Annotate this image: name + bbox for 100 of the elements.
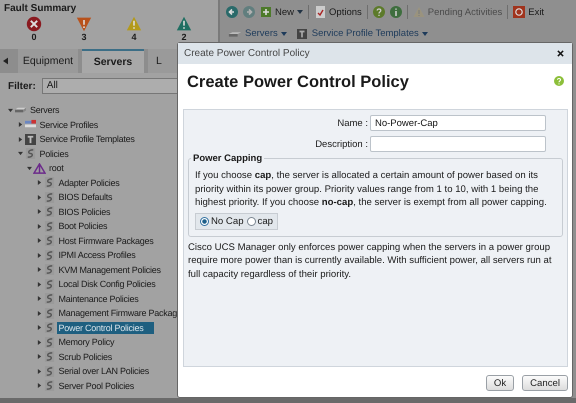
policy-icon (42, 322, 56, 334)
power-icon (513, 6, 526, 18)
policy-icon (42, 192, 56, 203)
tree-item[interactable]: root (47, 162, 66, 174)
expand-arrow-icon[interactable] (18, 151, 22, 156)
policy-icon (42, 293, 56, 304)
major-fault-icon (76, 16, 92, 32)
expand-arrow-icon[interactable] (36, 209, 42, 214)
policy-icon (42, 250, 56, 261)
tree-item[interactable]: KVM Management Policies (56, 264, 163, 276)
policy-icon (42, 380, 56, 392)
expand-arrow-icon[interactable] (36, 383, 42, 388)
template-icon (24, 134, 36, 145)
warning-fault-icon (176, 16, 192, 32)
new-button[interactable]: New (260, 6, 304, 18)
note-text: Cisco UCS Manager only enforces power capping when the servers in a power group require more power than is currently available. With sufficient power, all servers run at full capacity regardless of their priority. (188, 240, 552, 281)
filter-label: Filter: (8, 80, 36, 92)
cancel-button[interactable]: Cancel (522, 375, 568, 391)
fault-count: 2 (181, 32, 186, 42)
help-icon (372, 6, 385, 18)
power-capping-description: If you choose cap, the server is allocated a certain amount of power based on its priority within its power group. Priority values range from 1 to 10, with 1 being the highest priority. If you choose no-cap, the server is exempt from all power capping. (195, 169, 548, 210)
tree-item[interactable]: Policies (38, 148, 71, 160)
policy-icon (42, 351, 56, 362)
expand-arrow-icon[interactable] (36, 368, 42, 374)
input-field[interactable]: No-Power-Cap (370, 115, 546, 131)
critical-fault-icon (26, 16, 42, 32)
exit-button[interactable]: Exit (513, 6, 544, 18)
info-button[interactable] (390, 6, 402, 18)
ok-button[interactable]: Ok (486, 375, 514, 391)
window-title: Create Power Control Policy (184, 48, 310, 59)
fault-count: 0 (31, 32, 36, 42)
expand-arrow-icon[interactable] (8, 108, 13, 113)
tree-item[interactable]: BIOS Policies (56, 206, 112, 218)
expand-arrow-icon[interactable] (36, 252, 42, 258)
expand-arrow-icon[interactable] (18, 136, 22, 142)
field-label: Description : (315, 138, 368, 150)
expand-arrow-icon[interactable] (36, 238, 42, 244)
tree-item[interactable]: Servers (28, 104, 62, 116)
tree-item[interactable]: Memory Policy (56, 336, 116, 348)
expand-arrow-icon[interactable] (36, 180, 42, 186)
expand-arrow-icon[interactable] (36, 325, 42, 330)
caret-icon (297, 10, 304, 14)
fault-summary-title: Fault Summary (4, 3, 78, 14)
caret-icon (422, 32, 428, 36)
policy-icon (42, 336, 56, 348)
fault-count: 4 (131, 32, 136, 42)
close-icon[interactable] (557, 50, 564, 57)
back-button[interactable] (226, 6, 238, 18)
policy-icon (42, 308, 56, 319)
expand-arrow-icon[interactable] (36, 296, 42, 302)
input-field[interactable] (370, 136, 546, 152)
options-button[interactable]: Options (314, 6, 362, 18)
checklist-icon (314, 6, 326, 18)
tree-item[interactable]: IPMI Access Profiles (56, 249, 138, 262)
radio-option[interactable]: No Cap (200, 216, 244, 226)
tree-item[interactable]: Server Pool Policies (56, 380, 136, 392)
org-tree-icon (33, 162, 46, 174)
expand-arrow-icon[interactable] (27, 166, 32, 171)
forward-arrow-icon (243, 6, 255, 18)
scroll-left-icon[interactable] (3, 57, 8, 65)
nav-tab[interactable]: Servers (82, 49, 144, 73)
expand-arrow-icon[interactable] (36, 267, 42, 272)
radio-option[interactable]: cap (246, 216, 273, 226)
group-legend: Power Capping (191, 153, 264, 164)
expand-arrow-icon[interactable] (18, 122, 22, 128)
templates-menu[interactable]: Service Profile Templates (294, 28, 428, 39)
caret-icon (280, 32, 287, 36)
back-arrow-icon (226, 6, 238, 18)
expand-arrow-icon[interactable] (36, 340, 42, 345)
field-label: Name : (337, 118, 368, 128)
info-icon (390, 6, 402, 18)
server-profile-icon (24, 119, 36, 130)
policy-icon (42, 264, 56, 276)
tree-item[interactable]: Scrub Policies (56, 350, 114, 363)
expand-arrow-icon[interactable] (36, 310, 42, 316)
tree-item[interactable]: Host Firmware Packages (56, 234, 156, 247)
tree-item[interactable]: Adapter Policies (56, 176, 122, 189)
expand-arrow-icon[interactable] (36, 282, 42, 287)
help-button[interactable] (372, 6, 385, 18)
expand-arrow-icon[interactable] (36, 224, 42, 229)
tree-item[interactable]: Maintenance Policies (56, 292, 141, 305)
tree-item[interactable]: Serial over LAN Policies (56, 365, 152, 378)
tree-item[interactable]: Service Profiles (38, 118, 100, 131)
policy-icon (24, 148, 36, 160)
tree-item[interactable]: Management Firmware Packag (56, 307, 180, 320)
fault-count: 3 (81, 32, 86, 42)
tree-item[interactable]: BIOS Defaults (56, 191, 114, 204)
tree-item[interactable]: Local Disk Config Policies (56, 278, 158, 290)
expand-arrow-icon[interactable] (36, 354, 42, 360)
template-icon (294, 28, 309, 38)
expand-arrow-icon[interactable] (36, 194, 42, 200)
tree-item[interactable]: Power Control Policies (56, 322, 154, 334)
tree-item[interactable]: Service Profile Templates (38, 133, 137, 146)
tree-item[interactable]: Boot Policies (56, 220, 110, 232)
nav-tab[interactable]: Equipment (18, 49, 78, 73)
warning-icon (412, 6, 425, 18)
policy-icon (42, 220, 56, 232)
servers-menu[interactable]: Servers (228, 28, 287, 39)
policy-icon (42, 177, 56, 188)
policy-icon (42, 235, 56, 246)
